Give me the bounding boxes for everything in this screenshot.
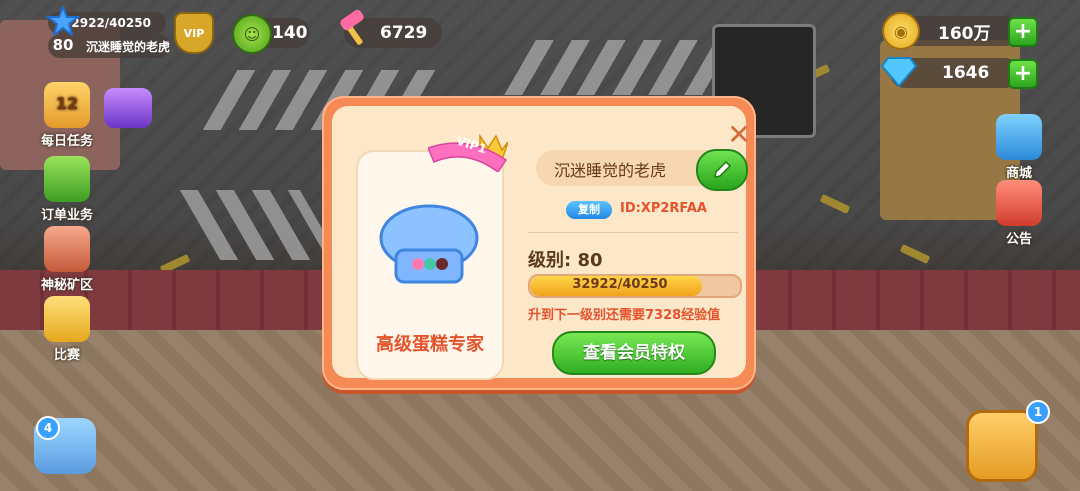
contest-label: 比赛 (53, 348, 80, 363)
rank-card: 高级蛋糕专家 (356, 150, 504, 380)
xp-progress-text: 32922/40250 (572, 277, 668, 292)
rank-title: 高级蛋糕专家 (376, 334, 484, 355)
view-vip-privileges-button[interactable]: 查看会员特权 (552, 331, 716, 375)
orders-button[interactable]: 订单业务 (32, 156, 102, 223)
mine-icon (44, 226, 90, 272)
gem-count: 1646 (942, 63, 990, 83)
daily-tasks-button[interactable]: 12 每日任务 (32, 82, 102, 149)
level-star-icon (46, 6, 80, 36)
player-level: 80 (52, 36, 74, 54)
player-info-dialog: ✕ 高级蛋糕专家 VIP1 沉迷睡觉的老虎 复制 ID:XP2RFAA 级别: … (322, 96, 756, 390)
player-id: ID:XP2RFAA (620, 201, 707, 216)
divider (528, 232, 738, 233)
coin-count: 160万 (938, 23, 991, 44)
crystal-ball-icon[interactable] (104, 88, 152, 128)
cart-icon (996, 114, 1042, 160)
hammer-icon (334, 8, 374, 48)
mine-button[interactable]: 神秘矿区 (32, 226, 102, 293)
coin-icon: ◉ (882, 12, 920, 50)
player-name: 沉迷睡觉的老虎 (86, 39, 171, 54)
level-label: 级别: 80 (528, 250, 603, 271)
mine-label: 神秘矿区 (40, 278, 93, 293)
xp-needed-text: 升到下一级别还需要7328经验值 (528, 308, 721, 323)
copy-id-button[interactable]: 复制 (566, 201, 612, 219)
shop-label: 商城 (1005, 166, 1032, 181)
calendar-date: 12 (55, 94, 79, 113)
vip-badge-label: VIP (183, 26, 205, 40)
edit-name-button[interactable] (696, 149, 748, 191)
pencil-icon (714, 160, 732, 178)
gem-icon (880, 54, 918, 88)
xp-progress-bar: 32922/40250 (528, 274, 742, 298)
contest-button[interactable]: 比赛 (32, 296, 102, 363)
notice-button[interactable]: 公告 (984, 180, 1054, 247)
shop-button[interactable]: 商城 (984, 114, 1054, 181)
calendar-icon: 12 (44, 82, 90, 128)
left-corner-badge: 4 (36, 416, 60, 440)
store-corner-button[interactable] (966, 410, 1038, 482)
trophy-icon (44, 296, 90, 342)
smile-icon: ☺ (232, 14, 272, 54)
hammer-count: 6729 (380, 23, 428, 43)
player-name-box: 沉迷睡觉的老虎 (536, 149, 748, 191)
right-corner-badge: 1 (1026, 400, 1050, 424)
vip-shield-icon[interactable]: VIP (174, 12, 214, 54)
daily-tasks-label: 每日任务 (40, 134, 93, 149)
smile-count: 140 (272, 23, 308, 43)
orders-label: 订单业务 (40, 208, 93, 223)
dialog-panel: ✕ 高级蛋糕专家 VIP1 沉迷睡觉的老虎 复制 ID:XP2RFAA 级别: … (332, 106, 751, 380)
clipboard-icon (44, 156, 90, 202)
add-gems-button[interactable]: + (1008, 59, 1038, 89)
chef-hat-icon (379, 204, 479, 284)
dialog-player-name: 沉迷睡觉的老虎 (554, 161, 667, 180)
notice-label: 公告 (1005, 232, 1032, 247)
add-coins-button[interactable]: + (1008, 17, 1038, 47)
notice-icon (996, 180, 1042, 226)
close-button[interactable]: ✕ (726, 121, 752, 149)
